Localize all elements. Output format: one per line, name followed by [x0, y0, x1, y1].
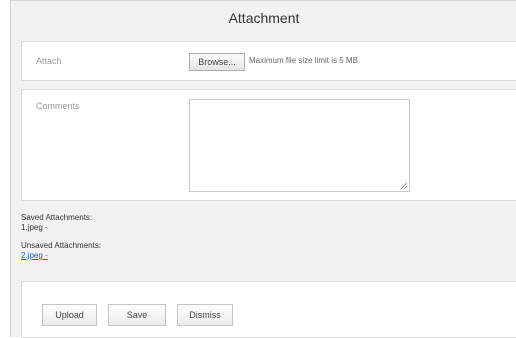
unsaved-file-link[interactable]: 2.jpeg - — [21, 251, 101, 261]
comments-panel: Comments — [21, 89, 516, 201]
unsaved-attachments: Unsaved Attachments: 2.jpeg - — [21, 241, 101, 261]
attachment-dialog: Attachment Attach Browse... Maximum file… — [10, 0, 516, 338]
dialog-title: Attachment — [228, 10, 300, 26]
attach-panel: Attach Browse... Maximum file size limit… — [21, 41, 516, 81]
upload-button[interactable]: Upload — [42, 304, 97, 326]
saved-attachments: Saved Attachments: 1.jpeg - — [21, 213, 92, 233]
attach-label: Attach — [36, 56, 62, 66]
unsaved-attachments-heading: Unsaved Attachments: — [21, 241, 102, 250]
saved-file-item: 1.jpeg - — [21, 223, 48, 232]
comments-label: Comments — [36, 101, 80, 111]
actions-panel: Upload Save Dismiss — [21, 281, 516, 338]
browse-button[interactable]: Browse... — [189, 53, 245, 71]
save-button[interactable]: Save — [108, 304, 166, 326]
comments-textarea[interactable] — [189, 99, 410, 192]
saved-attachments-heading: Saved Attachments: — [21, 213, 93, 222]
dismiss-button[interactable]: Dismiss — [177, 304, 233, 326]
file-size-hint: Maximum file size limit is 5 MB. — [249, 56, 361, 65]
resize-grip-icon[interactable] — [401, 183, 407, 189]
